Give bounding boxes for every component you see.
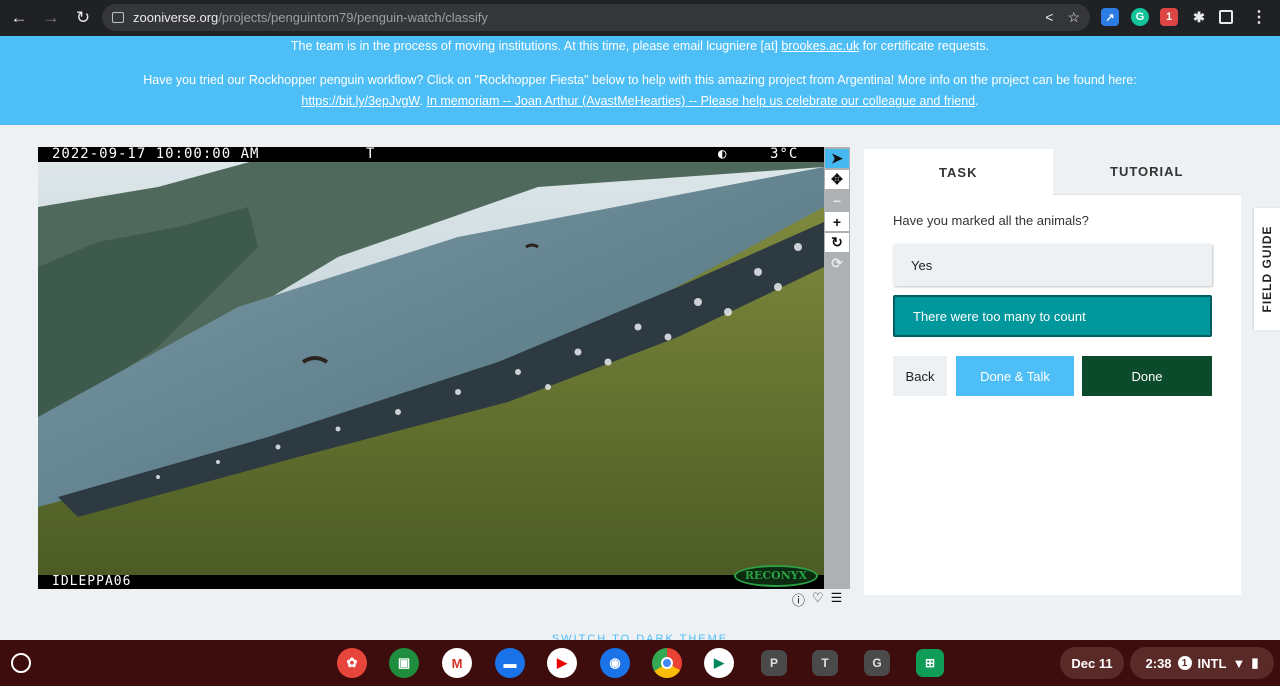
files-app-icon[interactable]: ▬ <box>495 648 525 678</box>
tab-tutorial[interactable]: TUTORIAL <box>1052 149 1241 195</box>
os-shelf: ✿ ▣ M ▬ ▶ ◉ ▶ P T G ⊞ Dec 11 2:38 1 INTL… <box>0 640 1280 686</box>
done-button[interactable]: Done <box>1082 356 1212 396</box>
brookes-link[interactable]: brookes.ac.uk <box>781 39 859 53</box>
viewer-toolbar: ➤ ✥ − + ↻ ⟳ <box>824 147 850 589</box>
launcher-icon[interactable] <box>11 653 31 673</box>
field-guide-label: FIELD GUIDE <box>1260 225 1274 313</box>
back-button[interactable]: Back <box>893 356 947 396</box>
favorite-icon[interactable]: ♡ <box>812 590 824 609</box>
input-method: INTL <box>1197 655 1227 671</box>
extension-badge-icon[interactable]: 1 <box>1160 8 1178 26</box>
zoom-in-tool[interactable]: + <box>825 212 849 231</box>
reload-icon[interactable]: ↻ <box>70 8 96 28</box>
forward-arrow-icon[interactable]: → <box>38 8 64 28</box>
chrome-app-icon[interactable] <box>652 648 682 678</box>
side-panel-icon[interactable] <box>1219 10 1233 24</box>
answer-yes-button[interactable]: Yes <box>893 244 1212 286</box>
extension-icon-blue[interactable]: ↗ <box>1101 8 1119 26</box>
url-path: /projects/penguintom79/penguin-watch/cla… <box>218 10 488 25</box>
reset-tool[interactable]: ⟳ <box>825 254 849 273</box>
moon-phase-icon: ◐ <box>718 147 728 162</box>
subject-meta-icons: ⓘ ♡ ☰ <box>792 590 842 609</box>
letter-app-t[interactable]: T <box>812 650 838 676</box>
banner-line-1: The team is in the process of moving ins… <box>0 37 1280 55</box>
clock-time: 2:38 <box>1145 655 1172 671</box>
system-tray[interactable]: 2:38 1 INTL ▼ ▮ <box>1130 647 1274 679</box>
camera-app-icon[interactable]: ◉ <box>600 648 630 678</box>
banner-text: The team is in the process of moving ins… <box>290 39 782 53</box>
camera-temperature: 3°C <box>770 147 799 162</box>
classroom-app-icon[interactable]: ▣ <box>389 648 419 678</box>
field-guide-tab[interactable]: FIELD GUIDE <box>1254 208 1280 330</box>
play-store-app-icon[interactable]: ▶ <box>704 648 734 678</box>
banner-text: for certificate requests. <box>859 39 990 53</box>
done-and-talk-button[interactable]: Done & Talk <box>956 356 1074 396</box>
reconyx-logo: RECONYX <box>734 565 818 587</box>
menu-kebab-icon[interactable]: ⋮ <box>1250 8 1268 26</box>
url-host: zooniverse.org <box>133 10 219 25</box>
date-pill[interactable]: Dec 11 <box>1060 647 1124 679</box>
extensions-puzzle-icon[interactable]: ✱ <box>1190 8 1208 26</box>
browser-toolbar: ← → ↻ zooniverse.org/projects/penguintom… <box>0 0 1280 36</box>
battery-icon: ▮ <box>1251 655 1259 670</box>
banner-line-2: Have you tried our Rockhopper penguin wo… <box>143 73 1137 87</box>
youtube-app-icon[interactable]: ▶ <box>547 648 577 678</box>
bookmark-star-icon[interactable]: ☆ <box>1067 9 1080 26</box>
notification-count-badge: 1 <box>1177 656 1192 670</box>
pointer-tool[interactable]: ➤ <box>825 149 849 168</box>
camera-datetime: 2022-09-17 10:00:00 AM <box>52 147 260 162</box>
zoom-out-tool[interactable]: − <box>825 191 849 210</box>
task-question: Have you marked all the animals? <box>893 213 1089 228</box>
wifi-icon: ▼ <box>1232 655 1246 671</box>
memoriam-link[interactable]: In memoriam -- Joan Arthur (AvastMeHeart… <box>426 94 975 108</box>
banner-line-3: https://bit.ly/3epJvgW. In memoriam -- J… <box>0 92 1280 110</box>
share-icon[interactable]: < <box>1045 9 1053 26</box>
task-panel: TASK TUTORIAL Have you marked all the an… <box>864 149 1241 595</box>
letter-app-p[interactable]: P <box>761 650 787 676</box>
camera-id-bar: IDLEPPA06 <box>38 575 824 589</box>
announcement-banner: The team is in the process of moving ins… <box>0 36 1280 125</box>
subject-image[interactable]: 2022-09-17 10:00:00 AM T ◐ 3°C IDLEPPA06… <box>38 147 824 589</box>
tab-task[interactable]: TASK <box>864 149 1053 195</box>
task-tabs: TASK TUTORIAL <box>864 149 1241 195</box>
address-bar[interactable]: zooniverse.org/projects/penguintom79/pen… <box>102 4 1090 31</box>
bitly-link[interactable]: https://bit.ly/3epJvgW <box>301 94 419 108</box>
pan-tool[interactable]: ✥ <box>825 170 849 189</box>
palette-app-icon[interactable]: ✿ <box>337 648 367 678</box>
letter-app-g[interactable]: G <box>864 650 890 676</box>
info-icon[interactable]: ⓘ <box>792 590 805 609</box>
back-arrow-icon[interactable]: ← <box>6 8 32 28</box>
rotate-tool[interactable]: ↻ <box>825 233 849 252</box>
gmail-app-icon[interactable]: M <box>442 648 472 678</box>
sheets-calculator-app-icon[interactable]: ⊞ <box>916 649 944 677</box>
banner-text: . <box>975 94 979 108</box>
collections-icon[interactable]: ☰ <box>831 590 843 609</box>
answer-too-many-button[interactable]: There were too many to count <box>893 295 1212 337</box>
penguin-colony-photo <box>38 147 824 589</box>
camera-id: IDLEPPA06 <box>52 574 132 589</box>
site-info-icon[interactable] <box>112 12 124 23</box>
camera-flag: T <box>366 147 376 162</box>
camera-info-bar: 2022-09-17 10:00:00 AM T ◐ 3°C <box>38 147 824 162</box>
grammarly-extension-icon[interactable]: G <box>1131 8 1149 26</box>
